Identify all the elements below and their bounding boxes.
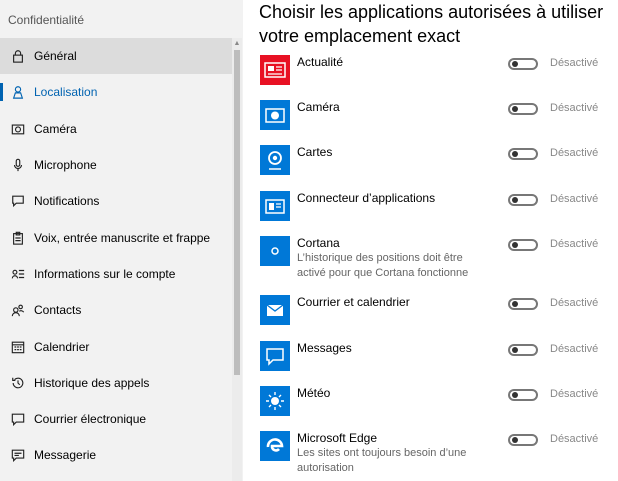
main-panel: Choisir les applications autorisées à ut…: [243, 0, 618, 481]
app-name: Cartes: [297, 145, 333, 159]
location-toggle-switch[interactable]: [508, 103, 538, 115]
sidebar-item-general[interactable]: Général: [0, 38, 232, 75]
app-connector-icon: [260, 191, 290, 221]
toggle-state-label: Désactivé: [550, 297, 599, 309]
location-icon: [10, 84, 26, 100]
sidebar-item-label: Microphone: [34, 158, 97, 173]
toggle-state-label: Désactivé: [550, 238, 599, 250]
scrollbar-thumb[interactable]: [234, 50, 240, 375]
sidebar-item-historique-des-appels[interactable]: Historique des appels: [0, 365, 232, 401]
location-toggle-switch[interactable]: [508, 389, 538, 401]
page-title: Choisir les applications autorisées à ut…: [259, 2, 604, 46]
account-info-icon: [10, 266, 26, 282]
location-toggle-switch[interactable]: [508, 58, 538, 70]
location-toggle-switch[interactable]: [508, 298, 538, 310]
location-toggle-switch[interactable]: [508, 434, 538, 446]
sidebar-item-contacts[interactable]: Contacts: [0, 292, 232, 328]
toggle-knob: [512, 392, 518, 398]
microphone-icon: [10, 157, 26, 173]
sidebar-scrollbar[interactable]: ▲: [232, 38, 242, 481]
sidebar-list: Général Localisation Caméra Microphone Notif…: [0, 38, 232, 474]
sidebar-item-label: Caméra: [34, 121, 77, 136]
sidebar-item-label: Localisation: [34, 85, 98, 100]
sidebar-item-microphone[interactable]: Microphone: [0, 147, 232, 183]
app-name: Messages: [297, 341, 352, 355]
toggle-knob: [512, 197, 518, 203]
app-name: Cortana: [297, 236, 340, 250]
app-name: Météo: [297, 386, 331, 400]
toggle-state-label: Désactivé: [550, 102, 599, 114]
app-name: Connecteur d’applications: [297, 191, 436, 205]
toggle-state-label: Désactivé: [550, 388, 599, 400]
sidebar-item-messagerie[interactable]: Messagerie: [0, 437, 232, 473]
toggle-knob: [512, 301, 518, 307]
toggle-state-label: Désactivé: [550, 147, 599, 159]
history-icon: [10, 375, 26, 391]
message-icon: [10, 447, 26, 463]
toggle-knob: [512, 437, 518, 443]
sidebar-item-camera[interactable]: Caméra: [0, 111, 232, 147]
calendar-icon: [10, 339, 26, 355]
toggle-knob: [512, 347, 518, 353]
toggle-knob: [512, 242, 518, 248]
location-toggle-switch[interactable]: [508, 344, 538, 356]
sidebar: Confidentialité Général Localisation Camér…: [0, 0, 243, 481]
clipboard-icon: [10, 230, 26, 246]
edge-app-icon: [260, 431, 290, 461]
sidebar-title: Confidentialité: [8, 13, 85, 27]
toggle-state-label: Désactivé: [550, 57, 599, 69]
app-name: Actualité: [297, 55, 344, 69]
camera-icon: [10, 121, 26, 137]
sidebar-item-label: Calendrier: [34, 339, 90, 354]
app-description: L’historique des positions doit être act…: [297, 252, 469, 279]
toggle-state-label: Désactivé: [550, 433, 599, 445]
scroll-up-arrow-icon[interactable]: ▲: [232, 38, 242, 50]
toggle-knob: [512, 151, 518, 157]
contacts-icon: [10, 302, 26, 318]
weather-app-icon: [260, 386, 290, 416]
maps-app-icon: [260, 145, 290, 175]
sidebar-item-informations-sur-le-compte[interactable]: Informations sur le compte: [0, 256, 232, 292]
sidebar-item-label: Général: [34, 49, 77, 64]
messages-app-icon: [260, 341, 290, 371]
cortana-app-icon: [260, 236, 290, 266]
sidebar-item-label: Messagerie: [34, 448, 97, 463]
app-name: Microsoft Edge: [297, 431, 378, 445]
toggle-state-label: Désactivé: [550, 343, 599, 355]
sidebar-item-localisation[interactable]: Localisation: [0, 74, 232, 110]
sidebar-item-courrier-electronique[interactable]: Courrier électronique: [0, 401, 232, 437]
lock-icon: [10, 48, 26, 64]
app-name: Caméra: [297, 100, 340, 114]
camera-app-icon: [260, 100, 290, 130]
toggle-knob: [512, 61, 518, 67]
location-toggle-switch[interactable]: [508, 239, 538, 251]
sidebar-item-label: Historique des appels: [34, 375, 150, 390]
app-name: Courrier et calendrier: [297, 295, 410, 309]
app-description: Les sites ont toujours besoin d’une auto…: [297, 447, 467, 474]
sidebar-item-label: Voix, entrée manuscrite et frappe: [34, 230, 211, 245]
notification-icon: [10, 193, 26, 209]
sidebar-item-label: Informations sur le compte: [34, 266, 176, 281]
sidebar-item-label: Contacts: [34, 303, 82, 318]
sidebar-item-label: Courrier électronique: [34, 412, 147, 427]
location-toggle-switch[interactable]: [508, 148, 538, 160]
location-toggle-switch[interactable]: [508, 194, 538, 206]
sidebar-item-calendrier[interactable]: Calendrier: [0, 328, 232, 364]
toggle-state-label: Désactivé: [550, 193, 599, 205]
mail-calendar-app-icon: [260, 295, 290, 325]
sidebar-item-voix-entree-manuscrite-et-frappe[interactable]: Voix, entrée manuscrite et frappe: [0, 219, 232, 255]
news-app-icon: [260, 55, 290, 85]
sidebar-item-notifications[interactable]: Notifications: [0, 183, 232, 219]
toggle-knob: [512, 106, 518, 112]
mail-icon: [10, 411, 26, 427]
sidebar-item-label: Notifications: [34, 194, 100, 209]
